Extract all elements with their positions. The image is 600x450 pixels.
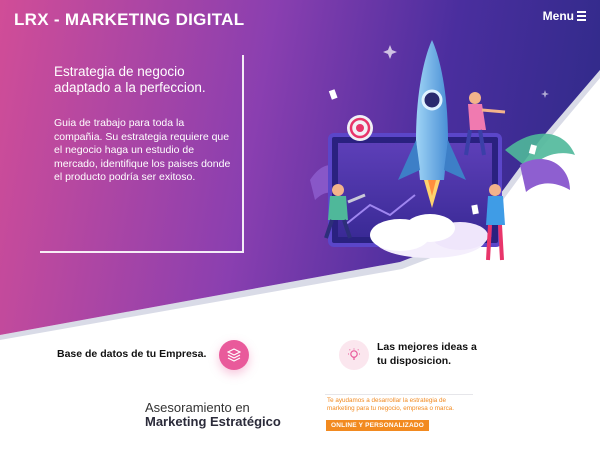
feature-ideas-label: Las mejores ideas a tu disposicion.	[377, 341, 477, 367]
hamburger-icon	[577, 11, 586, 21]
brand-title[interactable]: LRX - MARKETING DIGITAL	[14, 10, 244, 30]
advisory-subtitle: Marketing Estratégico	[145, 414, 281, 429]
rocket-illustration	[310, 40, 575, 261]
lightbulb-icon	[339, 340, 369, 370]
offer-text: Te ayudamos a desarrollar la estrategia …	[327, 397, 455, 412]
intro-title: Estrategia de negocio adaptado a la perf…	[54, 64, 206, 95]
feature-database-label: Base de datos de tu Empresa.	[57, 348, 207, 360]
advisory-title: Asesoramiento en	[145, 400, 250, 415]
intro-text: Guia de trabajo para toda la compañia. S…	[54, 117, 231, 183]
offer-divider	[325, 394, 473, 395]
menu-label: Menu	[542, 9, 574, 23]
menu-button[interactable]: Menu	[543, 9, 586, 23]
layers-icon	[219, 340, 249, 370]
online-badge[interactable]: ONLINE Y PERSONALIZADO	[326, 420, 430, 431]
